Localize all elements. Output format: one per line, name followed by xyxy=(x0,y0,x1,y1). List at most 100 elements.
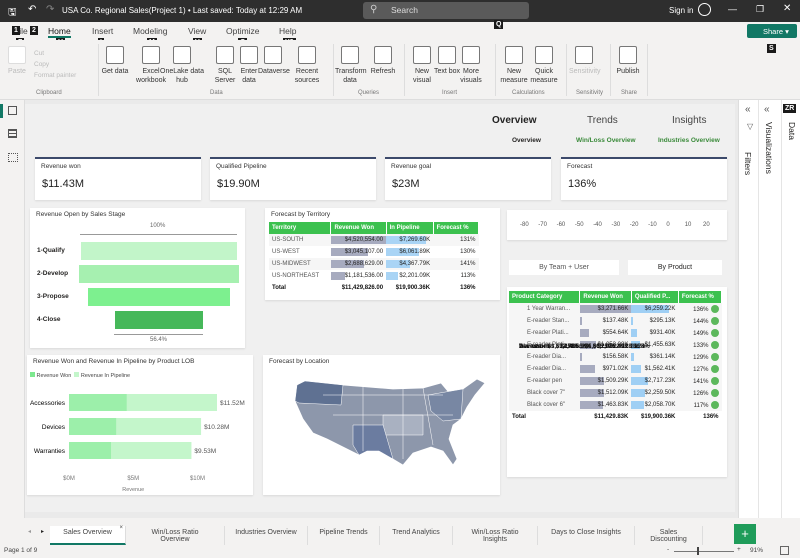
table-row[interactable]: E-reader Dia... $971.02K $1,562.41K 127% xyxy=(509,363,722,375)
gauge-axis-visual[interactable]: -80 -70 -60 -50 -40 -30 -20 -10 0 10 20 xyxy=(507,210,727,240)
restore-icon[interactable]: ❐ xyxy=(756,4,764,15)
tab-view[interactable]: View xyxy=(188,26,206,36)
copy-button[interactable]: Copy xyxy=(34,59,76,70)
bar-won[interactable] xyxy=(69,442,112,459)
get-data-button[interactable]: Get data xyxy=(100,46,130,76)
new-measure-button[interactable]: New measure xyxy=(499,46,529,85)
nav-trends[interactable]: Trends xyxy=(587,115,618,126)
page-tab[interactable]: Sales Discounting xyxy=(635,526,703,545)
table-row[interactable]: Black cover 7" $1,512.09K $2,259.50K 126% xyxy=(509,387,722,399)
table-row[interactable]: Black cover 6" $1,463.83K $2,058.70K 117% xyxy=(509,399,722,411)
page-tab[interactable]: Win/Loss Ratio Overview xyxy=(126,526,225,545)
kpi-card-qualified-pipeline[interactable]: Qualified Pipeline $19.90M xyxy=(210,157,376,200)
funnel-bar[interactable] xyxy=(80,242,238,260)
table-row[interactable]: US-MIDWEST $2,688,629.00 $4,367.79K 141% xyxy=(269,258,479,270)
column-header[interactable]: Qualified P... xyxy=(631,291,679,303)
tab-optimize[interactable]: Optimize xyxy=(226,26,260,36)
minimize-icon[interactable]: — xyxy=(728,4,737,14)
funnel-bar[interactable] xyxy=(88,288,230,306)
zoom-slider-thumb[interactable] xyxy=(697,547,699,555)
column-header[interactable]: Revenue Won xyxy=(579,291,632,303)
model-view-icon[interactable] xyxy=(8,153,18,162)
nav-insights[interactable]: Insights xyxy=(672,115,706,126)
table-view-icon[interactable] xyxy=(8,129,17,138)
page-tab[interactable]: Pipeline Trends xyxy=(308,526,380,545)
add-page-button[interactable]: + xyxy=(734,524,756,544)
subnav-industries[interactable]: Industries Overview xyxy=(658,137,720,144)
quick-measure-button[interactable]: Quick measure xyxy=(529,46,559,85)
table-row[interactable]: E-reader pen $1,509.29K $2,717.23K 141% xyxy=(509,375,722,387)
undo-icon[interactable]: ↶ xyxy=(28,4,36,15)
table-row[interactable]: US-NORTHEAST $1,181,536.00 $2,201.09K 113% xyxy=(269,270,479,282)
filters-pane-tab[interactable]: Filters xyxy=(743,152,753,175)
collapse-visualizations-icon[interactable]: « xyxy=(764,104,770,115)
table-row[interactable]: US-WEST $3,045,107.00 $6,061.89K 130% xyxy=(269,246,479,258)
column-header[interactable]: Forecast % xyxy=(678,291,723,303)
scroll-right-icon[interactable]: ▸ xyxy=(41,528,44,535)
save-icon[interactable]: 🖫 xyxy=(8,5,17,22)
transform-data-button[interactable]: Transform data xyxy=(335,46,367,85)
funnel-bar[interactable] xyxy=(79,265,239,283)
column-header[interactable]: Forecast % xyxy=(433,222,480,234)
cut-button[interactable]: Cut xyxy=(34,48,76,59)
collapse-filters-icon[interactable]: « xyxy=(745,104,751,115)
sensitivity-button[interactable]: Sensitivity xyxy=(569,46,601,76)
share-button[interactable]: Share ▾ xyxy=(747,24,797,38)
scroll-left-icon[interactable]: ◂ xyxy=(28,528,31,535)
product-table[interactable]: Product Category Revenue Won Qualified P..… xyxy=(507,287,727,477)
lob-bar-chart[interactable]: Revenue Won and Revenue In Pipeline by P… xyxy=(27,355,253,495)
subnav-winloss[interactable]: Win/Loss Overview xyxy=(576,137,636,144)
more-visuals-button[interactable]: More visuals xyxy=(456,46,486,85)
close-icon[interactable]: ✕ xyxy=(783,3,791,14)
zoom-in-button[interactable]: + xyxy=(737,546,741,553)
visualizations-pane-tab[interactable]: Visualizations xyxy=(764,122,774,174)
column-header[interactable]: In Pipeline xyxy=(386,222,434,234)
dataverse-button[interactable]: Dataverse xyxy=(258,46,290,76)
funnel-chart[interactable]: Revenue Open by Sales Stage 100% 56.4% 1… xyxy=(30,208,245,348)
nav-overview[interactable]: Overview xyxy=(492,115,536,126)
account-icon[interactable] xyxy=(698,3,711,16)
format-painter-button[interactable]: Format painter xyxy=(34,70,76,81)
us-map[interactable] xyxy=(263,355,500,495)
column-header[interactable]: Revenue Won xyxy=(330,222,387,234)
tab-modeling[interactable]: Modeling xyxy=(133,26,168,36)
page-tab[interactable]: Days to Close Insights xyxy=(538,526,635,545)
table-row[interactable]: 1 Year Warran... $3,271.66K $6,259.22K 136% xyxy=(509,303,722,315)
table-row[interactable]: US-SOUTH $4,520,554.00 $7,269.60K 131% xyxy=(269,234,479,246)
column-header[interactable]: Territory xyxy=(269,222,332,234)
by-product-button[interactable]: By Product xyxy=(628,260,722,275)
tab-insert[interactable]: Insert xyxy=(92,26,113,36)
kpi-card-revenue-won[interactable]: Revenue won $11.43M xyxy=(35,157,201,200)
redo-icon[interactable]: ↷ xyxy=(46,4,54,15)
fit-page-icon[interactable] xyxy=(780,546,789,555)
page-tab[interactable]: Industries Overview xyxy=(225,526,308,545)
tab-home[interactable]: Home xyxy=(48,26,71,38)
close-tab-icon[interactable]: × xyxy=(119,525,123,531)
zoom-out-button[interactable]: - xyxy=(667,546,669,553)
onelake-data-hub-button[interactable]: OneLake data hub xyxy=(160,46,204,85)
kpi-card-revenue-goal[interactable]: Revenue goal $23M xyxy=(385,157,551,200)
sign-in-link[interactable]: Sign in xyxy=(669,6,693,15)
publish-button[interactable]: Publish xyxy=(613,46,643,76)
zoom-slider[interactable] xyxy=(674,551,734,552)
recent-sources-button[interactable]: Recent sources xyxy=(292,46,322,85)
page-tab[interactable]: Trend Analytics xyxy=(380,526,453,545)
territory-table[interactable]: Forecast by Territory Territory Revenue W… xyxy=(265,208,500,300)
location-map[interactable]: Forecast by Location xyxy=(263,355,500,495)
funnel-bar[interactable] xyxy=(114,311,204,329)
table-row[interactable]: E-reader Stan... $137.48K $295.13K 144% xyxy=(509,315,722,327)
by-team-user-button[interactable]: By Team + User xyxy=(509,260,619,275)
tab-help[interactable]: Help xyxy=(279,26,296,36)
search-input[interactable]: Search xyxy=(363,2,529,19)
page-tab[interactable]: Win/Loss Ratio Insights xyxy=(453,526,538,545)
refresh-button[interactable]: Refresh xyxy=(368,46,398,76)
subnav-overview[interactable]: Overview xyxy=(512,137,541,144)
data-pane-tab[interactable]: Data xyxy=(787,122,797,140)
kpi-card-forecast[interactable]: Forecast 136% xyxy=(561,157,727,200)
table-row[interactable]: E-reader Plati... $554.64K $931.40K 149% xyxy=(509,327,722,339)
page-tab[interactable]: Sales Overview × xyxy=(50,525,126,545)
column-header[interactable]: Product Category xyxy=(509,291,581,303)
report-view-icon[interactable] xyxy=(8,106,17,115)
bar-won[interactable] xyxy=(69,394,127,411)
bar-won[interactable] xyxy=(69,418,117,435)
